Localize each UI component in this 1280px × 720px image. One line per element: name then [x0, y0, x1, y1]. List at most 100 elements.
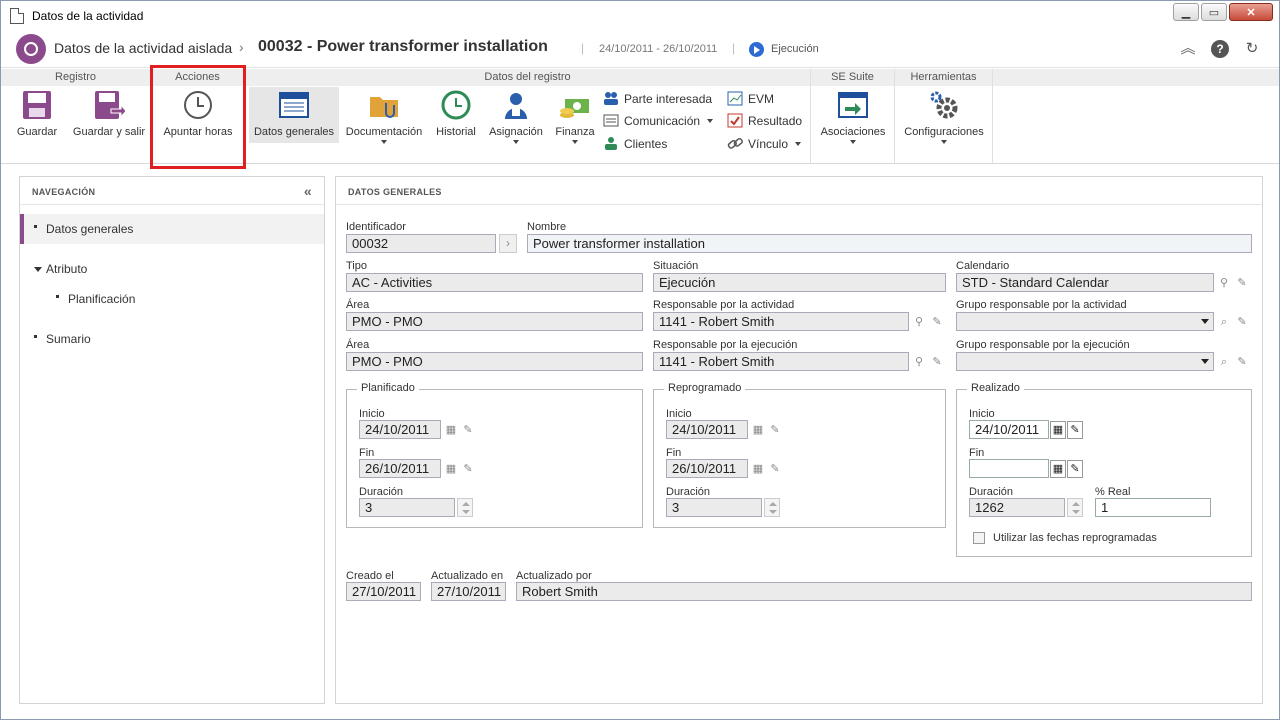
actual-duration-field[interactable]: 1262 — [969, 498, 1065, 517]
name-label: Nombre — [527, 221, 567, 233]
clear-icon[interactable]: ✎ — [1067, 460, 1083, 478]
nav-item-planificacion[interactable]: Planificación — [20, 284, 324, 314]
clear-icon[interactable]: ✎ — [767, 422, 783, 438]
clear-icon[interactable]: ✎ — [929, 314, 945, 330]
refresh-icon[interactable]: ↻ — [1243, 40, 1261, 58]
associations-button[interactable]: Asociaciones — [815, 89, 891, 144]
close-button[interactable]: ✕ — [1229, 3, 1273, 21]
clear-icon[interactable]: ✎ — [1234, 354, 1250, 370]
title-bar: Datos de la actividad ▁ ▭ ✕ — [1, 1, 1279, 31]
id-field[interactable]: 00032 — [346, 234, 496, 253]
execution-owner-field[interactable]: 1141 - Robert Smith — [653, 352, 909, 371]
general-data-button[interactable]: Datos generales — [249, 87, 339, 143]
chevron-down-icon — [381, 140, 387, 144]
activity-group-label: Grupo responsable por la actividad — [956, 299, 1127, 311]
use-rescheduled-checkbox[interactable] — [973, 532, 985, 544]
search-icon[interactable]: ⚲ — [911, 354, 927, 370]
clear-icon[interactable]: ✎ — [460, 461, 476, 477]
calendar-icon[interactable]: ▦ — [750, 461, 766, 477]
document-icon — [10, 8, 24, 24]
ribbon-group-title: Herramientas — [895, 69, 992, 86]
actual-start-field[interactable]: 24/10/2011 — [969, 420, 1049, 439]
duration-spinner[interactable] — [764, 498, 780, 517]
search-icon[interactable]: ⚲ — [1216, 275, 1232, 291]
help-icon[interactable]: ? — [1211, 40, 1229, 58]
calendar-icon[interactable]: ▦ — [443, 461, 459, 477]
stakeholder-button[interactable]: Parte interesada — [603, 91, 712, 106]
nav-item-sumario[interactable]: Sumario — [20, 324, 324, 354]
stakeholder-icon — [603, 91, 619, 106]
clear-icon[interactable]: ✎ — [1234, 275, 1250, 291]
start-label: Inicio — [969, 408, 995, 420]
next-arrow-button[interactable]: › — [499, 234, 517, 253]
window-title: Datos de la actividad — [32, 9, 144, 23]
record-title: 00032 - Power transformer installation — [258, 38, 548, 55]
calendar-field[interactable]: STD - Standard Calendar — [956, 273, 1214, 292]
rescheduled-duration-field[interactable]: 3 — [666, 498, 762, 517]
record-dates: 24/10/2011 - 26/10/2011 — [599, 43, 718, 55]
planned-start-field[interactable]: 24/10/2011 — [359, 420, 441, 439]
binoculars-icon[interactable]: ⌕ — [1216, 314, 1232, 330]
clear-icon[interactable]: ✎ — [929, 354, 945, 370]
actual-end-field[interactable] — [969, 459, 1049, 478]
nav-header: NAVEGACIÓN « — [20, 177, 324, 205]
area-field[interactable]: PMO - PMO — [346, 312, 643, 331]
created-field[interactable]: 27/10/2011 — [346, 582, 421, 601]
nav-item-datos-generales[interactable]: Datos generales — [20, 214, 324, 244]
assignment-button[interactable]: Asignación — [487, 89, 545, 144]
documentation-button[interactable]: Documentación — [343, 89, 425, 144]
chevron-down-icon — [795, 141, 802, 146]
calendar-icon[interactable]: ▦ — [1050, 421, 1066, 439]
duration-spinner[interactable] — [1067, 498, 1083, 517]
planned-duration-field[interactable]: 3 — [359, 498, 455, 517]
clear-icon[interactable]: ✎ — [460, 422, 476, 438]
collapse-up-icon[interactable]: ︽ — [1179, 40, 1197, 58]
rescheduled-end-field[interactable]: 26/10/2011 — [666, 459, 748, 478]
ribbon-group-registro: Registro Guardar Guardar y salir — [1, 69, 151, 163]
rescheduled-start-field[interactable]: 24/10/2011 — [666, 420, 748, 439]
nav-item-atributo[interactable]: Atributo — [20, 254, 324, 284]
execution-group-select[interactable] — [956, 352, 1214, 371]
clear-icon[interactable]: ✎ — [1234, 314, 1250, 330]
activity-owner-field[interactable]: 1141 - Robert Smith — [653, 312, 909, 331]
updated-by-field[interactable]: Robert Smith — [516, 582, 1252, 601]
rescheduled-group: Reprogramado Inicio 24/10/2011 ▦ ✎ Fin 2… — [653, 382, 946, 528]
situation-field[interactable]: Ejecución — [653, 273, 946, 292]
name-field[interactable]: Power transformer installation — [527, 234, 1252, 253]
people-icon — [500, 89, 532, 121]
updated-on-field[interactable]: 27/10/2011 — [431, 582, 506, 601]
settings-button[interactable]: Configuraciones — [901, 89, 987, 144]
finance-button[interactable]: Finanza — [551, 89, 599, 144]
planned-end-field[interactable]: 26/10/2011 — [359, 459, 441, 478]
calendar-icon[interactable]: ▦ — [750, 422, 766, 438]
clear-icon[interactable]: ✎ — [767, 461, 783, 477]
area-field[interactable]: PMO - PMO — [346, 352, 643, 371]
calendar-icon[interactable]: ▦ — [443, 422, 459, 438]
evm-button[interactable]: EVM — [727, 91, 774, 106]
duration-spinner[interactable] — [457, 498, 473, 517]
type-field[interactable]: AC - Activities — [346, 273, 643, 292]
history-button[interactable]: Historial — [431, 89, 481, 138]
communication-button[interactable]: Comunicación — [603, 113, 714, 128]
divider: | — [732, 41, 736, 55]
maximize-button[interactable]: ▭ — [1201, 3, 1227, 21]
save-and-exit-button[interactable]: Guardar y salir — [69, 89, 149, 138]
save-button[interactable]: Guardar — [9, 89, 65, 138]
clients-button[interactable]: Clientes — [603, 136, 667, 151]
binoculars-icon[interactable]: ⌕ — [1216, 354, 1232, 370]
percent-real-field[interactable]: 1 — [1095, 498, 1211, 517]
link-button[interactable]: Vínculo — [727, 136, 802, 151]
minimize-button[interactable]: ▁ — [1173, 3, 1199, 21]
breadcrumb-module[interactable]: Datos de la actividad aislada — [54, 40, 232, 56]
chevron-down-icon — [1201, 359, 1209, 364]
calendar-icon[interactable]: ▦ — [1050, 460, 1066, 478]
execution-owner-label: Responsable por la ejecución — [653, 339, 798, 351]
folder-icon — [368, 89, 400, 121]
clear-icon[interactable]: ✎ — [1067, 421, 1083, 439]
activity-group-select[interactable] — [956, 312, 1214, 331]
search-icon[interactable]: ⚲ — [911, 314, 927, 330]
breadcrumb-separator: › — [239, 39, 244, 55]
expand-icon[interactable] — [34, 267, 42, 272]
collapse-nav-button[interactable]: « — [304, 183, 312, 199]
result-button[interactable]: Resultado — [727, 113, 802, 128]
